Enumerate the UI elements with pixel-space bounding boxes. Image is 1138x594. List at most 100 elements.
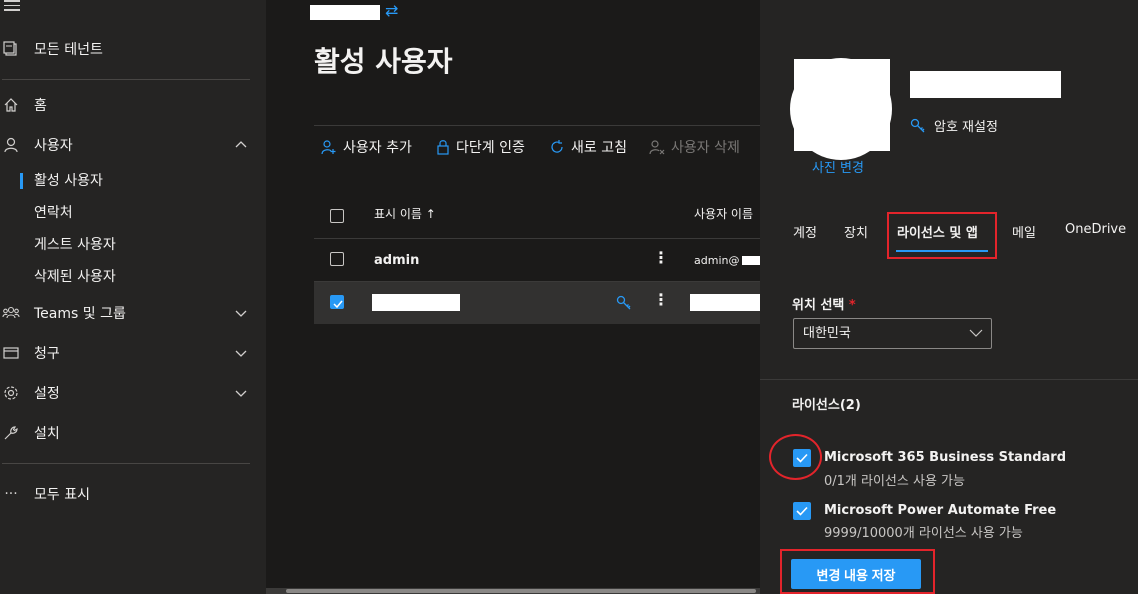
tab-mail[interactable]: 메일 xyxy=(1012,222,1036,241)
header-divider xyxy=(314,238,760,239)
add-user-label: 사용자 추가 xyxy=(343,140,412,156)
sidebar-item-settings[interactable]: 설정 xyxy=(0,379,266,407)
chevron-down-icon xyxy=(235,390,247,397)
chevron-down-icon xyxy=(235,350,247,357)
key-icon[interactable] xyxy=(616,295,632,311)
more-vertical-icon[interactable]: ⋮ xyxy=(653,250,669,266)
scrollbar-thumb[interactable] xyxy=(286,589,756,593)
sidebar-item-label: Teams 및 그룹 xyxy=(34,306,126,322)
chevron-down-icon xyxy=(969,329,983,337)
admin-center: 모든 테넌트 홈 사용자 활성 사용자 연락처 게스트 사용자 삭제된 사용자 … xyxy=(0,0,1138,594)
sidebar-item-teams[interactable]: Teams 및 그룹 xyxy=(0,299,266,327)
tab-onedrive[interactable]: OneDrive xyxy=(1065,222,1126,237)
mfa-label: 다단계 인증 xyxy=(456,140,525,156)
license-name: Microsoft 365 Business Standard xyxy=(824,450,1066,465)
row-checkbox[interactable] xyxy=(330,252,344,266)
licenses-title: 라이선스(2) xyxy=(792,398,861,413)
highlight-box-save xyxy=(780,549,935,594)
sidebar-item-show-all[interactable]: ··· 모두 표시 xyxy=(0,480,266,508)
user-detail-panel: 사진 변경 암호 재설정 계정 장치 라이선스 및 앱 메일 OneDrive … xyxy=(760,0,1138,594)
sidebar-item-label: 홈 xyxy=(34,98,47,114)
location-value: 대한민국 xyxy=(803,326,851,341)
remove-person-icon xyxy=(649,140,665,155)
sidebar-item-all-tenants[interactable]: 모든 테넌트 xyxy=(0,35,266,63)
license-checkbox[interactable] xyxy=(793,502,811,520)
sidebar-item-deleted-users[interactable]: 삭제된 사용자 xyxy=(34,266,116,288)
redacted-tenant-name xyxy=(310,5,380,20)
username-cell: admin@ xyxy=(694,254,740,267)
mfa-button[interactable]: 다단계 인증 xyxy=(436,136,525,158)
refresh-icon xyxy=(551,140,563,153)
sidebar-item-home[interactable]: 홈 xyxy=(0,91,266,119)
sidebar: 모든 테넌트 홈 사용자 활성 사용자 연락처 게스트 사용자 삭제된 사용자 … xyxy=(0,0,266,594)
delete-user-label: 사용자 삭제 xyxy=(671,140,740,156)
chevron-up-icon xyxy=(235,141,247,148)
sidebar-item-label: 청구 xyxy=(34,346,60,362)
more-icon: ··· xyxy=(4,486,18,502)
redacted-user-name xyxy=(910,71,1061,98)
switch-tenant-icon[interactable]: ⇄ xyxy=(385,1,398,20)
change-photo-link[interactable]: 사진 변경 xyxy=(812,157,864,176)
column-username[interactable]: 사용자 이름 xyxy=(694,205,753,222)
license-availability: 9999/10000개 라이선스 사용 가능 xyxy=(824,526,1023,541)
sidebar-item-guest-users[interactable]: 게스트 사용자 xyxy=(34,234,116,256)
redacted-domain xyxy=(742,256,760,265)
license-name: Microsoft Power Automate Free xyxy=(824,503,1057,518)
add-person-icon xyxy=(321,140,336,155)
display-name-cell[interactable]: admin xyxy=(374,253,419,268)
add-user-button[interactable]: 사용자 추가 xyxy=(321,136,412,158)
sidebar-divider xyxy=(2,463,250,464)
more-vertical-icon[interactable]: ⋮ xyxy=(653,292,669,308)
sidebar-item-label: 설치 xyxy=(34,426,60,442)
license-availability: 0/1개 라이선스 사용 가능 xyxy=(824,474,965,489)
location-label-text: 위치 선택 xyxy=(792,298,845,313)
sidebar-item-label: 설정 xyxy=(34,386,60,402)
menu-icon[interactable] xyxy=(4,0,20,14)
select-all-checkbox[interactable] xyxy=(330,209,344,223)
checkmark-icon xyxy=(333,300,343,309)
gear-icon xyxy=(2,384,20,402)
sidebar-item-billing[interactable]: 청구 xyxy=(0,339,266,367)
active-indicator xyxy=(20,173,23,189)
section-divider xyxy=(760,379,1138,380)
wrench-icon xyxy=(2,424,20,442)
horizontal-scrollbar[interactable] xyxy=(266,588,760,594)
key-icon xyxy=(910,118,925,132)
highlight-circle-checkbox xyxy=(769,434,822,480)
person-icon xyxy=(2,136,20,154)
redacted-username xyxy=(690,294,760,311)
sidebar-item-users[interactable]: 사용자 xyxy=(0,131,266,159)
chevron-down-icon xyxy=(235,310,247,317)
sidebar-item-active-users[interactable]: 활성 사용자 xyxy=(34,170,103,192)
row-checkbox-checked[interactable] xyxy=(330,295,344,309)
tab-devices[interactable]: 장치 xyxy=(844,222,868,241)
delete-user-button[interactable]: 사용자 삭제 xyxy=(649,136,740,158)
redacted-display-name xyxy=(372,294,460,311)
location-select[interactable]: 대한민국 xyxy=(793,318,992,349)
sidebar-item-label: 사용자 xyxy=(34,138,73,154)
main-content: ⇄ 활성 사용자 사용자 추가 다단계 인증 새로 고침 사용자 삭제 표시 이… xyxy=(266,0,760,594)
lock-icon xyxy=(437,140,449,155)
checkmark-icon xyxy=(796,506,808,516)
refresh-button[interactable]: 새로 고침 xyxy=(549,136,627,158)
page-title: 활성 사용자 xyxy=(314,45,453,78)
sidebar-item-setup[interactable]: 설치 xyxy=(0,419,266,447)
home-icon xyxy=(2,96,20,114)
location-label: 위치 선택 * xyxy=(792,294,856,313)
sidebar-item-label: 모두 표시 xyxy=(34,487,90,503)
tab-account[interactable]: 계정 xyxy=(793,222,817,241)
highlight-box-tab xyxy=(887,212,997,259)
sidebar-item-contacts[interactable]: 연락처 xyxy=(34,202,73,224)
tenants-icon xyxy=(2,40,20,58)
card-icon xyxy=(2,344,20,362)
group-icon xyxy=(2,304,20,322)
refresh-label: 새로 고침 xyxy=(571,140,627,156)
reset-password-label: 암호 재설정 xyxy=(934,120,998,135)
column-display-name[interactable]: 표시 이름 ↑ xyxy=(374,205,436,222)
sidebar-divider xyxy=(2,79,250,80)
command-bar-divider xyxy=(314,125,760,126)
reset-password-link[interactable]: 암호 재설정 xyxy=(910,116,998,135)
required-mark: * xyxy=(848,298,856,313)
redacted-photo xyxy=(794,59,890,151)
sidebar-item-label: 모든 테넌트 xyxy=(34,42,103,58)
